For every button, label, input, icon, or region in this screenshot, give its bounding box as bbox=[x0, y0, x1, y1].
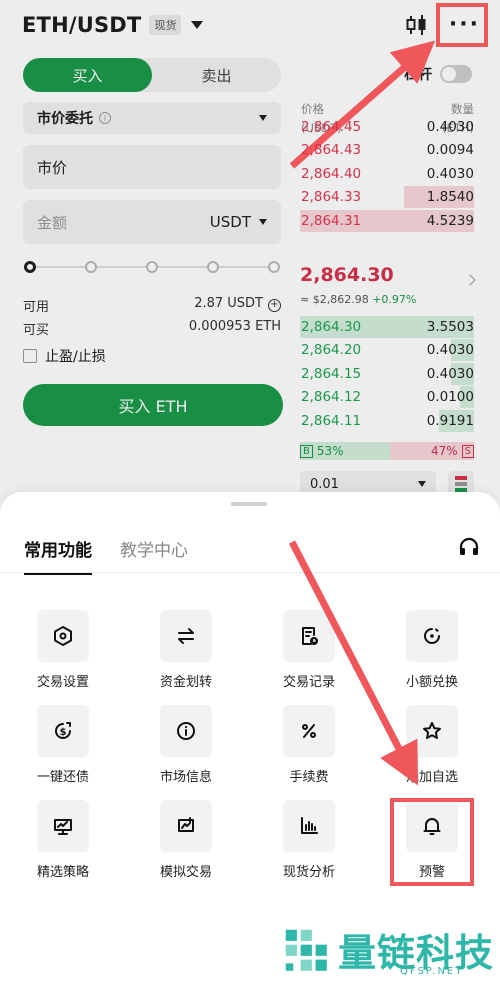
bid-price: 2,864.30 bbox=[301, 319, 362, 335]
function-label: 资金划转 bbox=[159, 675, 212, 690]
function-label: 添加自选 bbox=[405, 770, 458, 785]
function-label: 小额兑换 bbox=[405, 675, 458, 690]
strategy-chart-icon[interactable] bbox=[37, 800, 89, 852]
bid-qty: 0.9191 bbox=[426, 412, 474, 429]
sheet-drag-handle[interactable] bbox=[231, 502, 267, 506]
ask-price: 2,864.43 bbox=[301, 142, 362, 159]
function-info-circle[interactable]: 市场信息 bbox=[138, 705, 234, 785]
ask-price: 2,864.33 bbox=[301, 189, 362, 206]
watermark-site: QFSP.NET bbox=[400, 966, 464, 977]
function-repay-dollar[interactable]: $ 一键还债 bbox=[15, 705, 111, 785]
ask-price: 2,864.45 bbox=[301, 119, 362, 135]
dim-overlay bbox=[0, 0, 500, 520]
function-label: 一键还债 bbox=[36, 770, 89, 785]
function-label: 市场信息 bbox=[159, 770, 212, 785]
bid-price: 2,864.15 bbox=[301, 365, 362, 382]
ask-qty: 0.4030 bbox=[426, 119, 474, 135]
function-label: 模拟交易 bbox=[159, 865, 212, 880]
record-clock-icon[interactable] bbox=[283, 610, 335, 662]
function-label: 现货分析 bbox=[282, 865, 335, 880]
ask-qty: 4.5239 bbox=[426, 212, 474, 229]
headset-icon[interactable] bbox=[458, 536, 480, 558]
function-label: 交易记录 bbox=[282, 675, 335, 690]
bid-price: 2,864.12 bbox=[301, 389, 362, 406]
function-percent[interactable]: 手续费 bbox=[261, 705, 357, 785]
annotation-box-alert bbox=[390, 798, 474, 886]
transfer-arrows-icon[interactable] bbox=[160, 610, 212, 662]
function-demo-trade[interactable]: 模拟交易 bbox=[138, 800, 234, 880]
small-exchange-icon[interactable] bbox=[406, 610, 458, 662]
function-label: 交易设置 bbox=[36, 675, 89, 690]
function-small-exchange[interactable]: 小额兑换 bbox=[384, 610, 480, 690]
bid-qty: 0.0100 bbox=[426, 389, 474, 406]
info-circle-icon[interactable] bbox=[160, 705, 212, 757]
tab-common-functions[interactable]: 常用功能 bbox=[24, 536, 92, 575]
sheet-tabs: 常用功能 教学中心 bbox=[24, 536, 188, 575]
svg-text:$: $ bbox=[60, 727, 67, 738]
function-label: 手续费 bbox=[289, 770, 329, 785]
percent-icon[interactable] bbox=[283, 705, 335, 757]
function-label: 精选策略 bbox=[36, 865, 89, 880]
bid-price: 2,864.20 bbox=[301, 342, 362, 359]
function-record-clock[interactable]: 交易记录 bbox=[261, 610, 357, 690]
bid-qty: 0.4030 bbox=[426, 342, 474, 359]
bid-qty: 0.4030 bbox=[426, 365, 474, 382]
trade-screen: ETH/USDT 现货 ··· 买入 卖出 杠杆 市价委托 i 市价 金额 US… bbox=[0, 0, 500, 520]
function-bar-chart[interactable]: 现货分析 bbox=[261, 800, 357, 880]
hexagon-settings-icon[interactable] bbox=[37, 610, 89, 662]
annotation-box-more bbox=[436, 3, 488, 47]
bid-qty: 3.5503 bbox=[426, 319, 474, 335]
function-sheet: 常用功能 教学中心 交易设置 资金划转 交易记录 小额兑换 $ 一键还债 市场信息 手续费 添加… bbox=[0, 492, 500, 985]
function-star[interactable]: 添加自选 bbox=[384, 705, 480, 785]
ask-price: 2,864.40 bbox=[301, 165, 362, 182]
repay-dollar-icon[interactable]: $ bbox=[37, 705, 89, 757]
function-strategy-chart[interactable]: 精选策略 bbox=[15, 800, 111, 880]
ask-qty: 0.4030 bbox=[426, 165, 474, 182]
bar-chart-icon[interactable] bbox=[283, 800, 335, 852]
tab-learning-center[interactable]: 教学中心 bbox=[120, 536, 188, 575]
demo-trade-icon[interactable] bbox=[160, 800, 212, 852]
watermark-logo bbox=[285, 929, 327, 971]
function-transfer-arrows[interactable]: 资金划转 bbox=[138, 610, 234, 690]
ask-qty: 1.8540 bbox=[426, 189, 474, 206]
ask-qty: 0.0094 bbox=[426, 142, 474, 159]
ask-price: 2,864.31 bbox=[301, 212, 362, 229]
star-icon[interactable] bbox=[406, 705, 458, 757]
bid-price: 2,864.11 bbox=[301, 412, 362, 429]
divider bbox=[0, 572, 500, 573]
function-hexagon-settings[interactable]: 交易设置 bbox=[15, 610, 111, 690]
